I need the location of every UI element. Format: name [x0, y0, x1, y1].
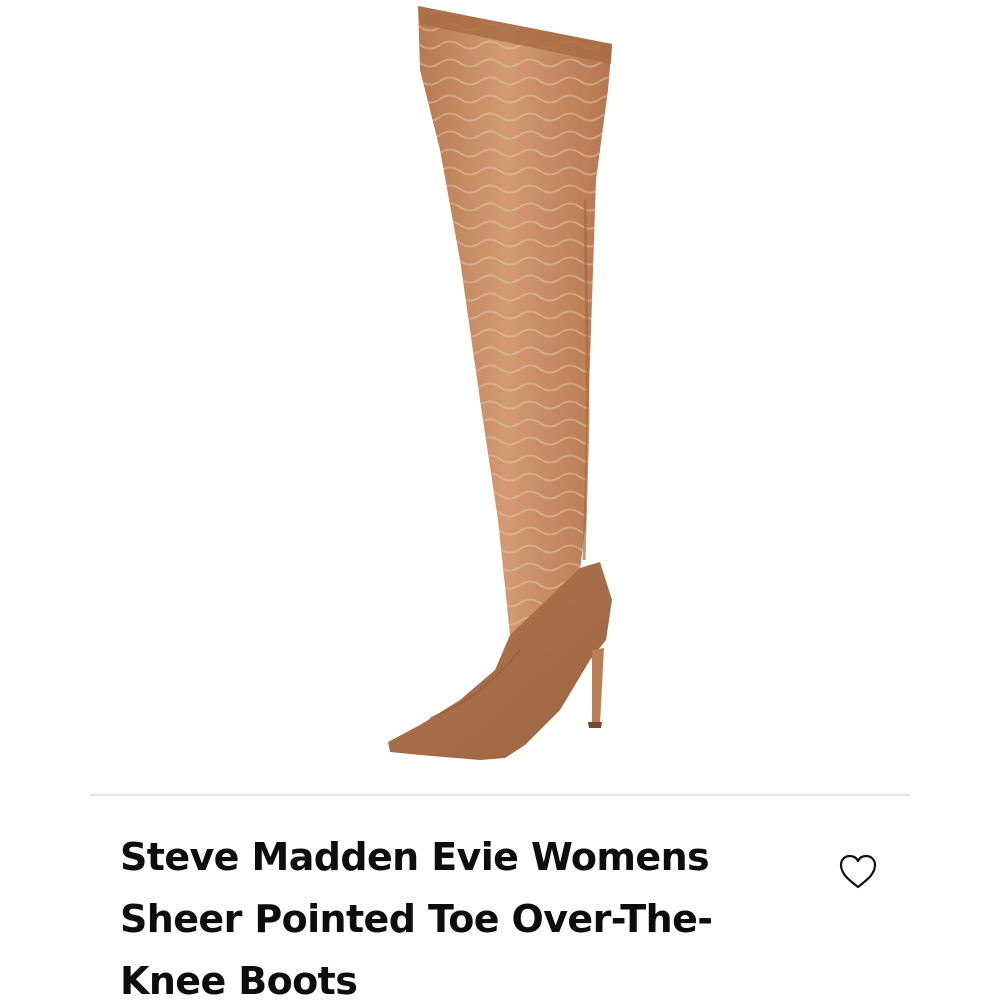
boot-heel	[592, 648, 604, 726]
product-image[interactable]	[0, 0, 1000, 792]
listing-screen: Steve Madden Evie Womens Sheer Pointed T…	[0, 0, 1000, 1000]
heart-outline-icon	[839, 854, 877, 889]
product-info: Steve Madden Evie Womens Sheer Pointed T…	[90, 796, 910, 1000]
boot-image	[388, 6, 612, 760]
boot-foot	[388, 562, 612, 760]
like-button[interactable]	[835, 851, 881, 893]
product-title: Steve Madden Evie Womens Sheer Pointed T…	[120, 835, 713, 1000]
